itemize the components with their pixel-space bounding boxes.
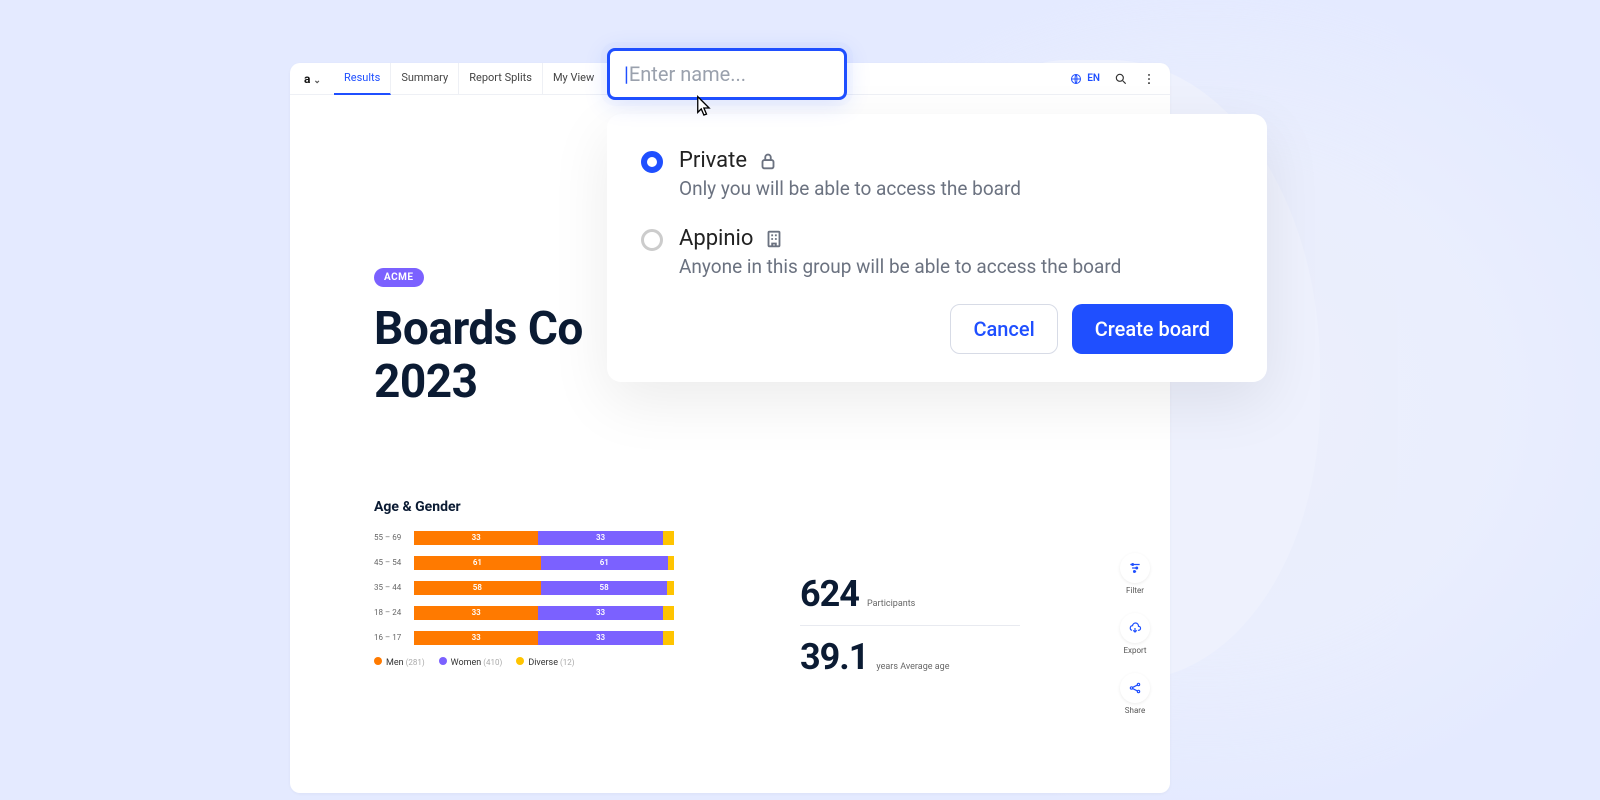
bar-segment-women: 33 xyxy=(538,606,662,620)
bar-segment-women: 58 xyxy=(541,581,668,595)
bar-segment-men: 33 xyxy=(414,631,538,645)
bar-label: 45 – 54 xyxy=(374,558,414,567)
bar-row: 35 – 445858 xyxy=(374,579,674,597)
option-group-title: Appinio xyxy=(679,226,753,251)
radio-group[interactable] xyxy=(641,229,663,251)
board-name-input[interactable]: |Enter name... xyxy=(607,48,847,100)
bar-segment-men: 61 xyxy=(414,556,541,570)
bar-segment-men: 58 xyxy=(414,581,541,595)
create-board-popover: |Enter name... Private Only you will be … xyxy=(607,48,1267,382)
filter-label: Filter xyxy=(1126,586,1144,595)
chart-title: Age & Gender xyxy=(374,499,1086,515)
bar-label: 16 – 17 xyxy=(374,633,414,642)
summary-stats: 624 Participants 39.1 years Average age xyxy=(800,563,1020,688)
cancel-button[interactable]: Cancel xyxy=(950,304,1057,354)
visibility-option-group[interactable]: Appinio Anyone in this group will be abl… xyxy=(641,226,1233,278)
option-private-title: Private xyxy=(679,148,747,173)
bar-segment-women: 33 xyxy=(538,531,662,545)
option-group-desc: Anyone in this group will be able to acc… xyxy=(679,255,1121,278)
stat-participants: 624 Participants xyxy=(800,563,1020,625)
brand-badge: ACME xyxy=(374,268,424,287)
export-button[interactable] xyxy=(1120,613,1150,643)
bar-label: 55 – 69 xyxy=(374,533,414,542)
bar-segment-diverse xyxy=(663,631,674,645)
share-button[interactable] xyxy=(1120,673,1150,703)
tab-report-splits[interactable]: Report Splits xyxy=(459,63,543,95)
bar-label: 35 – 44 xyxy=(374,583,414,592)
bar-segment-women: 33 xyxy=(538,631,662,645)
bar-segment-men: 33 xyxy=(414,606,538,620)
bar-row: 45 – 546161 xyxy=(374,554,674,572)
bar-segment-diverse xyxy=(668,556,674,570)
create-board-modal: Private Only you will be able to access … xyxy=(607,114,1267,382)
tab-results[interactable]: Results xyxy=(334,63,391,95)
lock-icon xyxy=(757,150,779,172)
bar-segment-diverse xyxy=(667,581,674,595)
radio-private[interactable] xyxy=(641,151,663,173)
bar-row: 55 – 693333 xyxy=(374,529,674,547)
visibility-option-private[interactable]: Private Only you will be able to access … xyxy=(641,148,1233,200)
bar-segment-women: 61 xyxy=(541,556,668,570)
bar-segment-diverse xyxy=(663,531,674,545)
bar-segment-men: 33 xyxy=(414,531,538,545)
bar-label: 18 – 24 xyxy=(374,608,414,617)
bar-row: 18 – 243333 xyxy=(374,604,674,622)
pointer-cursor-icon xyxy=(689,94,717,122)
side-actions: Filter Export Share xyxy=(1120,553,1150,715)
stat-avg-age: 39.1 years Average age xyxy=(800,625,1020,688)
option-private-desc: Only you will be able to access the boar… xyxy=(679,177,1021,200)
tab-summary[interactable]: Summary xyxy=(391,63,459,95)
bar-row: 16 – 173333 xyxy=(374,629,674,647)
nav-tabs: Results Summary Report Splits My View xyxy=(334,63,604,95)
share-label: Share xyxy=(1125,706,1145,715)
building-icon xyxy=(763,228,785,250)
export-label: Export xyxy=(1123,646,1146,655)
filter-button[interactable] xyxy=(1120,553,1150,583)
bar-segment-diverse xyxy=(663,606,674,620)
app-logo[interactable]: a xyxy=(304,72,318,86)
create-board-button[interactable]: Create board xyxy=(1072,304,1233,354)
tab-my-view[interactable]: My View xyxy=(543,63,604,95)
